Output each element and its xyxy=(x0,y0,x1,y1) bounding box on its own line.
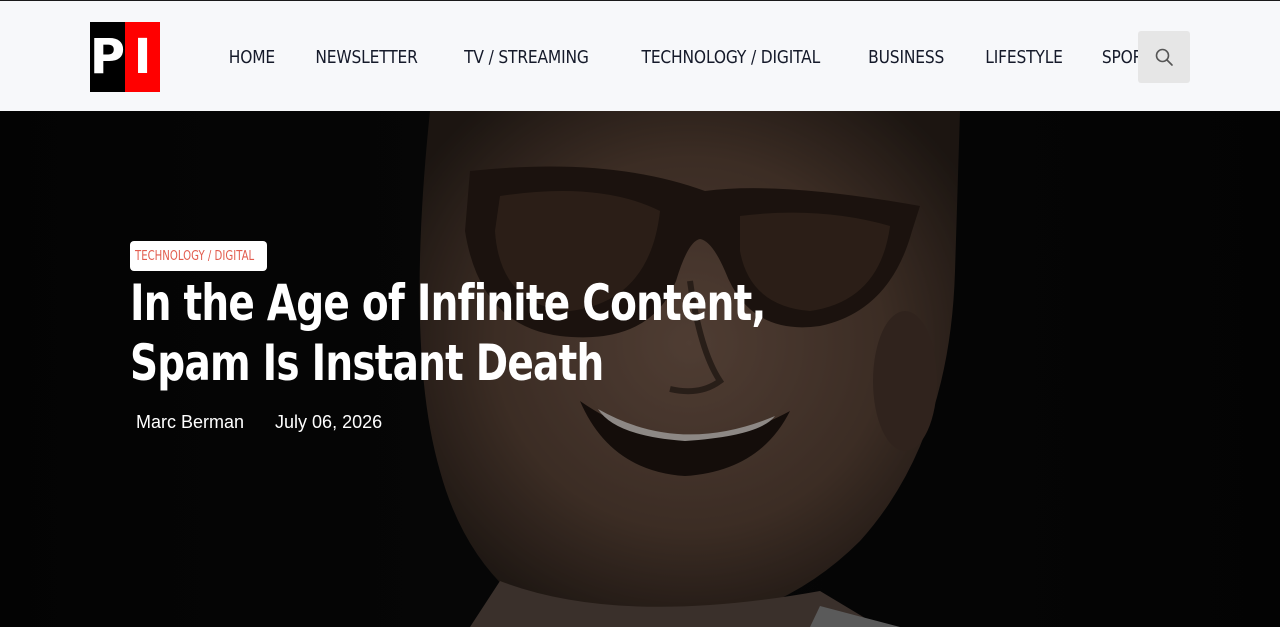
search-icon xyxy=(1155,48,1173,66)
site-logo[interactable]: P I xyxy=(90,22,160,92)
nav-lifestyle[interactable]: LIFESTYLE xyxy=(968,47,1080,68)
article-meta: Marc Berman July 06, 2026 xyxy=(136,412,382,433)
nav-tv-streaming[interactable]: TV / STREAMING xyxy=(447,47,606,68)
main-nav: HOME NEWSLETTER TV / STREAMING TECHNOLOG… xyxy=(211,34,1180,80)
site-header: P I HOME NEWSLETTER TV / STREAMING TECHN… xyxy=(0,0,1280,111)
search-button[interactable] xyxy=(1138,31,1190,83)
publish-date: July 06, 2026 xyxy=(275,412,383,432)
category-tag[interactable]: TECHNOLOGY / DIGITAL xyxy=(130,241,267,271)
nav-home[interactable]: HOME xyxy=(212,47,293,68)
article-hero: TECHNOLOGY / DIGITAL In the Age of Infin… xyxy=(0,111,1280,627)
logo-letter-p: P xyxy=(90,22,125,92)
nav-technology-digital[interactable]: TECHNOLOGY / DIGITAL xyxy=(624,47,837,68)
logo-letter-i: I xyxy=(125,22,160,92)
category-label: TECHNOLOGY / DIGITAL xyxy=(135,248,255,264)
author-link[interactable]: Marc Berman xyxy=(136,412,244,433)
nav-business[interactable]: BUSINESS xyxy=(851,47,961,68)
nav-newsletter[interactable]: NEWSLETTER xyxy=(298,47,435,68)
article-title: In the Age of Infinite Content, Spam Is … xyxy=(130,274,766,392)
